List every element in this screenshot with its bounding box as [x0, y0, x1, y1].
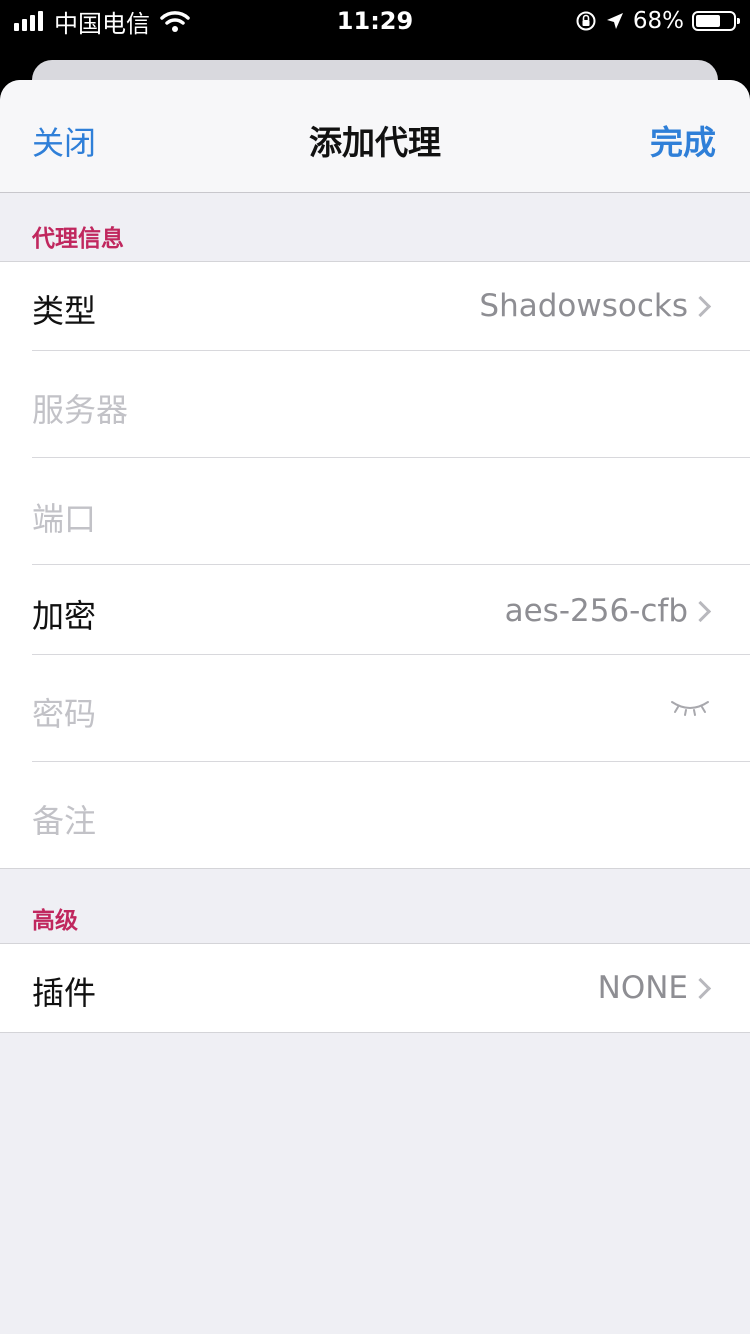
navigation-bar: 关闭 添加代理 完成: [0, 80, 750, 193]
battery-icon: [692, 11, 740, 31]
page-title: 添加代理: [309, 123, 441, 162]
plugin-row[interactable]: 插件 NONE: [32, 944, 750, 1032]
port-row[interactable]: 端口: [32, 458, 750, 565]
advanced-group: 插件 NONE: [0, 943, 750, 1033]
encryption-value: aes-256-cfb: [504, 593, 688, 629]
port-field[interactable]: 端口: [32, 494, 96, 540]
password-row[interactable]: 密码: [32, 655, 750, 762]
battery-percent: 68%: [632, 8, 684, 34]
status-right: 68%: [567, 6, 740, 36]
eye-closed-icon[interactable]: [670, 697, 710, 717]
note-row[interactable]: 备注: [32, 762, 750, 868]
section-header-advanced: 高级: [32, 908, 78, 934]
note-field[interactable]: 备注: [32, 796, 96, 842]
proxy-info-group: 类型 Shadowsocks 服务器 端口 加密 aes-256-cfb 密码: [0, 261, 750, 869]
server-row[interactable]: 服务器: [32, 351, 750, 458]
location-arrow-icon: [606, 13, 623, 29]
type-row[interactable]: 类型 Shadowsocks: [32, 262, 750, 351]
password-field[interactable]: 密码: [32, 689, 96, 735]
server-field[interactable]: 服务器: [32, 385, 128, 431]
section-header-proxy-info: 代理信息: [32, 226, 124, 252]
encryption-label: 加密: [32, 597, 97, 635]
plugin-value: NONE: [597, 970, 688, 1006]
battery-level: [696, 15, 721, 27]
chevron-right-icon: [689, 977, 712, 1000]
add-proxy-sheet: 关闭 添加代理 完成 代理信息 类型 Shadowsocks 服务器 端口 加密…: [0, 80, 750, 1334]
chevron-right-icon: [689, 295, 712, 318]
type-label: 类型: [32, 292, 97, 330]
orientation-lock-icon: [576, 11, 596, 31]
type-value: Shadowsocks: [479, 288, 688, 324]
done-button[interactable]: 完成: [650, 116, 716, 164]
chevron-right-icon: [689, 600, 712, 623]
plugin-label: 插件: [32, 974, 97, 1012]
encryption-row[interactable]: 加密 aes-256-cfb: [32, 565, 750, 655]
status-bar: 中国电信 11:29 68%: [0, 0, 750, 42]
